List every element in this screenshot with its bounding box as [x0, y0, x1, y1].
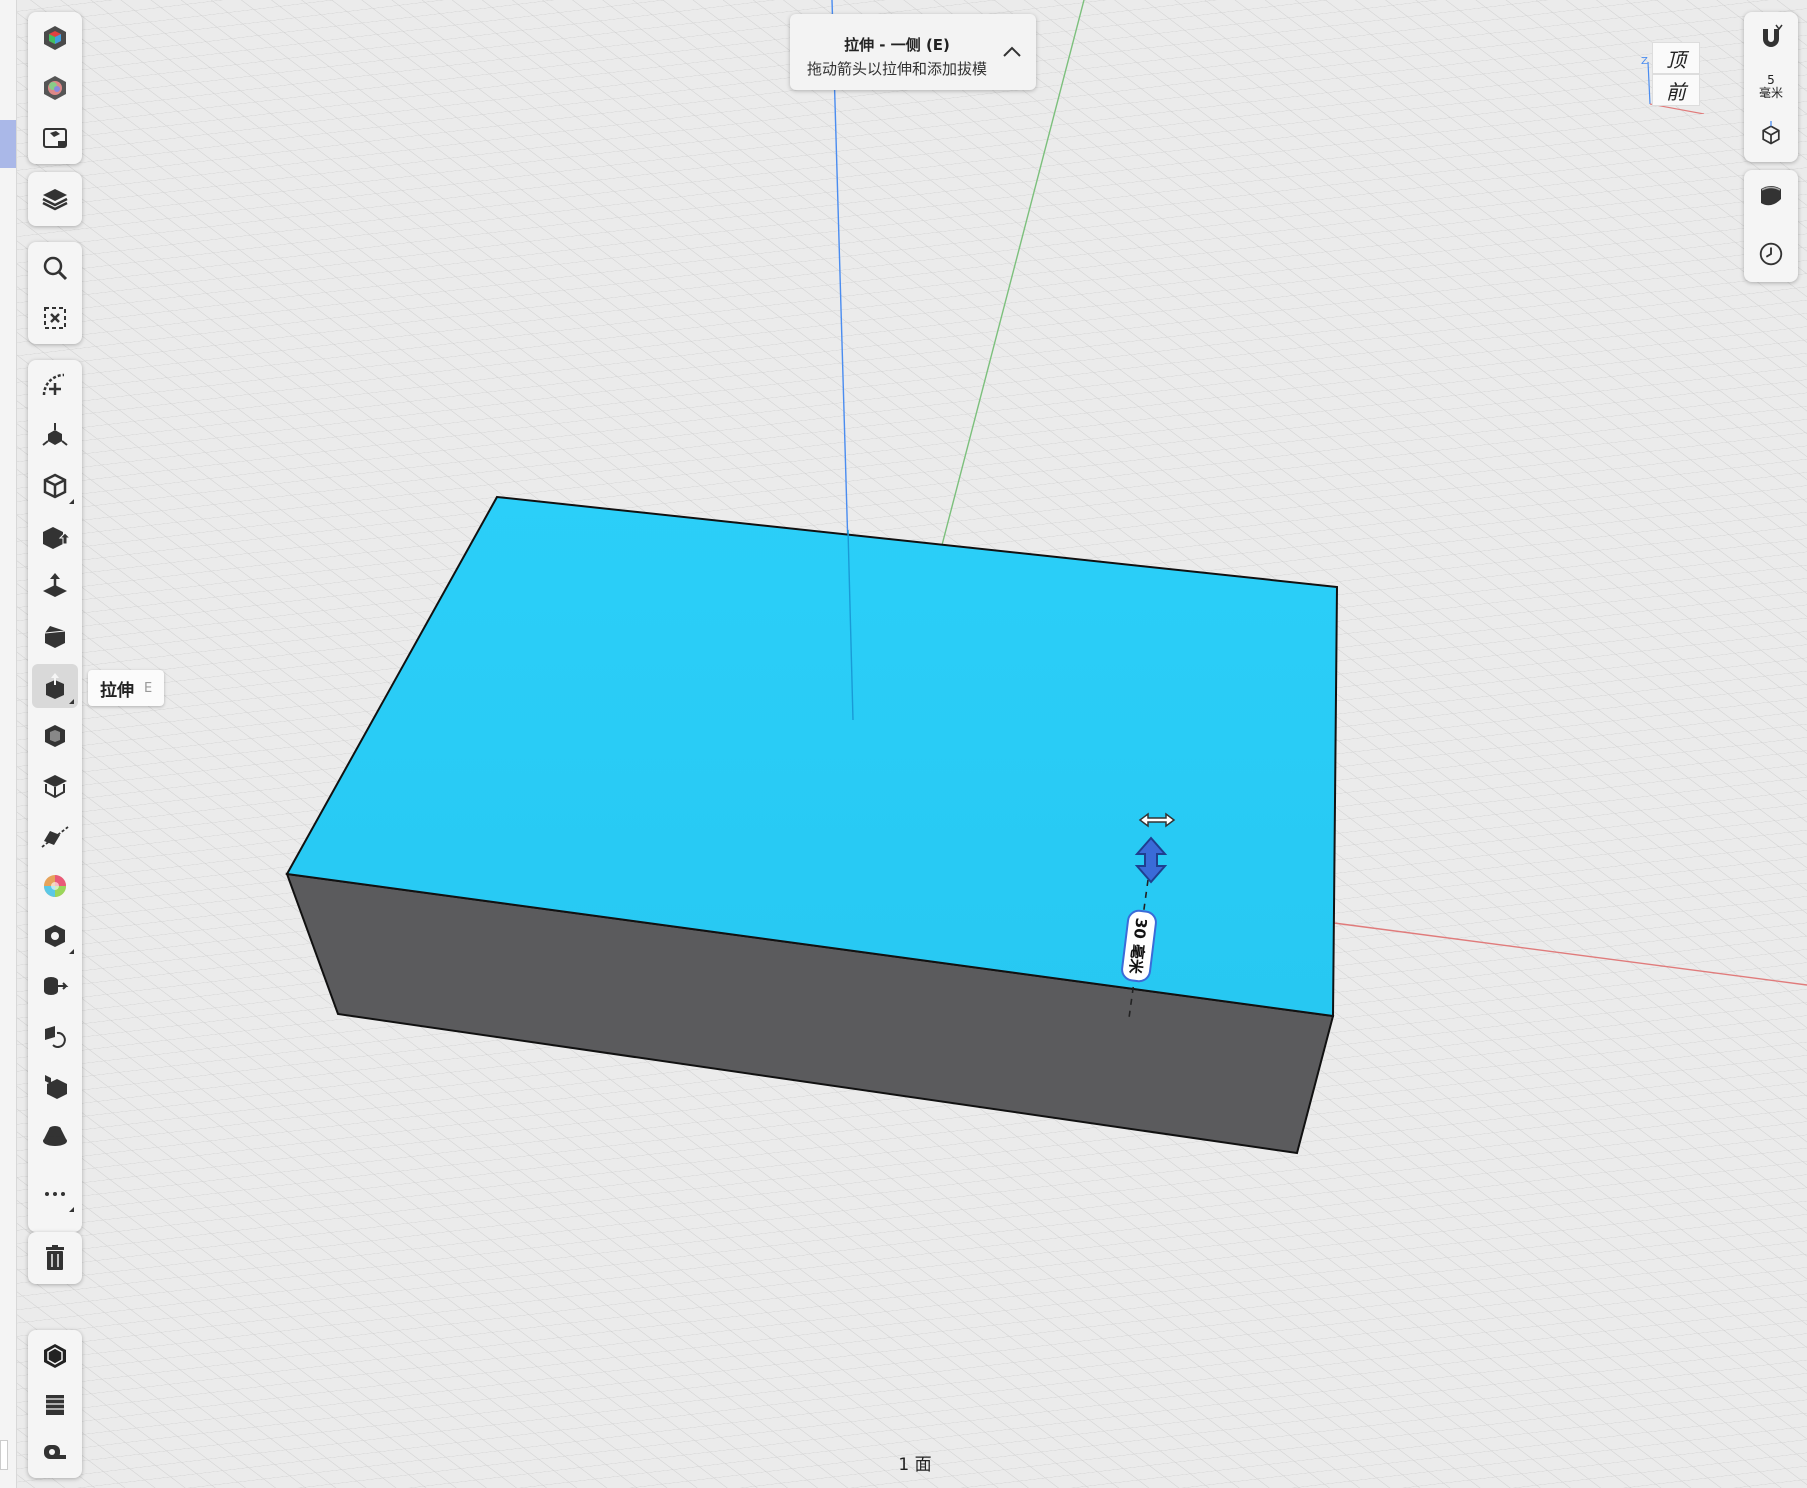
- tool-tooltip: 拉伸 E: [88, 670, 165, 706]
- delete-icon: [46, 1245, 64, 1270]
- history-button[interactable]: [1748, 232, 1794, 276]
- right-toolbar-render: [1744, 170, 1798, 282]
- more-icon: [45, 1192, 65, 1196]
- viewcube-front[interactable]: 前: [1652, 74, 1700, 106]
- transform-icon: [42, 423, 68, 446]
- render-settings-icon: [43, 128, 67, 148]
- snap-object-button[interactable]: [1748, 112, 1794, 156]
- chamfer-icon: [44, 626, 66, 648]
- offset-face-icon: [43, 775, 67, 799]
- left-toolbar-view: [28, 242, 82, 344]
- deselect-icon: [44, 307, 66, 329]
- appearance-icon: [44, 26, 66, 50]
- extrude-icon: [46, 673, 64, 699]
- primitives-button[interactable]: [32, 464, 78, 508]
- left-toolbar-layers: [28, 172, 82, 226]
- hint-title: 拉伸 - 一侧 (E): [844, 36, 950, 54]
- sweep-button[interactable]: [32, 964, 78, 1008]
- primitives-icon: [43, 473, 67, 499]
- selection-status: 1 面: [898, 1455, 932, 1475]
- transform-button[interactable]: [32, 414, 78, 458]
- extrude-button[interactable]: [32, 664, 78, 708]
- loft-button[interactable]: [32, 1114, 78, 1158]
- snap-toggle-button[interactable]: [1748, 16, 1794, 60]
- shading-mode-button[interactable]: [1748, 174, 1794, 218]
- hatch-mode-button[interactable]: [32, 1382, 78, 1426]
- shaded-sphere-icon: [1761, 186, 1781, 206]
- shell-button[interactable]: [32, 714, 78, 758]
- 3d-viewport[interactable]: [0, 0, 1807, 1488]
- left-toolbar-tools: [28, 360, 82, 1232]
- material-button[interactable]: [32, 864, 78, 908]
- extrude-face-icon: [43, 573, 67, 597]
- more-tools-button[interactable]: [32, 1172, 78, 1216]
- chevron-up-icon[interactable]: [1000, 40, 1024, 64]
- color-wheel-button[interactable]: [32, 66, 78, 110]
- solid-mode-button[interactable]: [32, 1334, 78, 1378]
- material-icon: [44, 875, 66, 897]
- left-toolbar-bottom: [28, 1330, 82, 1478]
- deselect-button[interactable]: [32, 296, 78, 340]
- extrude-face-button[interactable]: [32, 564, 78, 608]
- tape-measure-icon: [44, 1445, 66, 1459]
- push-pull-icon: [43, 527, 70, 549]
- chamfer-button[interactable]: [32, 614, 78, 658]
- search-icon: [43, 256, 68, 281]
- appearance-button[interactable]: [32, 16, 78, 60]
- view-cube[interactable]: Z 顶 前: [1638, 40, 1710, 114]
- solid-mode-icon: [44, 1344, 66, 1368]
- layers-icon: [42, 189, 68, 211]
- tooltip-label: 拉伸: [100, 680, 134, 701]
- sweep-icon: [44, 977, 69, 995]
- left-edge-marker: [0, 1440, 8, 1470]
- hint-subtitle: 拖动箭头以拉伸和添加拔模: [806, 60, 987, 78]
- command-hint-panel: 拉伸 - 一侧 (E) 拖动箭头以拉伸和添加拔模: [790, 14, 1036, 90]
- hatch-icon: [46, 1395, 64, 1415]
- loft-icon: [43, 1126, 67, 1146]
- shell-icon: [45, 725, 65, 747]
- sketch-arc-icon: [42, 373, 65, 396]
- snap-unit[interactable]: 毫米: [1744, 87, 1798, 100]
- boolean-button[interactable]: [32, 914, 78, 958]
- split-button[interactable]: [32, 1064, 78, 1108]
- left-toolbar-delete: [28, 1232, 82, 1284]
- left-edge-panel: [0, 0, 17, 1488]
- measure-button[interactable]: [32, 1430, 78, 1474]
- revolve-button[interactable]: [32, 1014, 78, 1058]
- left-toolbar-display: [28, 12, 82, 164]
- axis-z-label: Z: [1641, 56, 1648, 67]
- delete-button[interactable]: [32, 1236, 78, 1280]
- color-wheel-icon: [44, 76, 66, 100]
- section-button[interactable]: [32, 814, 78, 858]
- split-icon: [45, 1075, 67, 1099]
- layers-button[interactable]: [32, 177, 78, 221]
- tooltip-shortcut: E: [144, 680, 153, 696]
- snap-object-icon: [1762, 121, 1780, 145]
- push-pull-button[interactable]: [32, 514, 78, 558]
- offset-face-button[interactable]: [32, 764, 78, 808]
- section-icon: [41, 826, 69, 848]
- boolean-icon: [45, 925, 65, 947]
- clock-icon: [1759, 242, 1783, 266]
- revolve-icon: [45, 1026, 66, 1048]
- magnet-icon: [1763, 24, 1783, 47]
- sketch-arc-button[interactable]: [32, 364, 78, 408]
- viewcube-top[interactable]: 顶: [1652, 42, 1700, 74]
- left-edge-selection: [0, 120, 16, 168]
- render-settings-button[interactable]: [32, 116, 78, 160]
- right-toolbar-snap: 5 毫米: [1744, 12, 1798, 162]
- search-button[interactable]: [32, 246, 78, 290]
